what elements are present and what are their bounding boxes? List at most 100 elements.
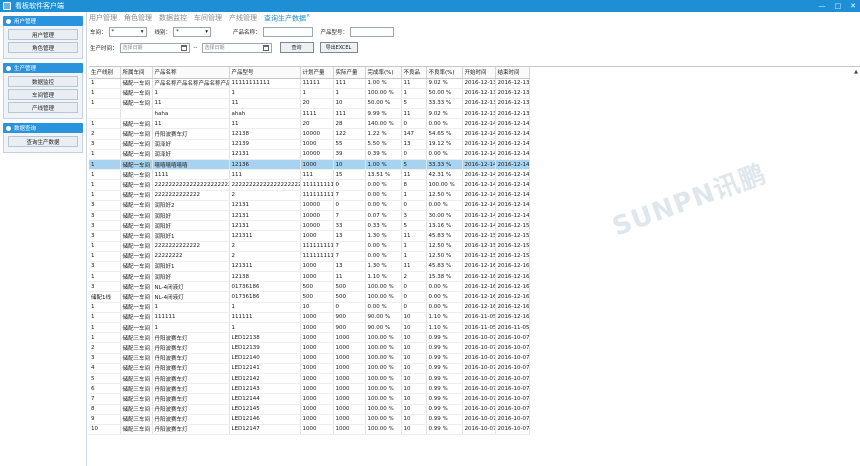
sidebar-item-line-management[interactable]: 产线管理	[8, 102, 78, 113]
table-row[interactable]: 3 储配一车间 润阳好 12131 10000 7 0.07 % 3 30.00 % 2016-1…	[89, 210, 530, 222]
table-row[interactable]: 3 储配一车间 NL-4闭液灯 01736186 500 500 100.00 % 0 0.00…	[89, 281, 530, 293]
table-row[interactable]: 1 储配一车间 11 11 20 28 140.00 % 0 0.00 % 2016-12-14 2…	[89, 118, 530, 130]
table-row[interactable]: 6 储配三车间 丹阳波赛车灯 LED12143 1000 1000 100.00 % 10 0.…	[89, 383, 530, 395]
table-cell: 3	[89, 200, 121, 211]
table-cell: LED12140	[229, 353, 301, 364]
column-header[interactable]: 计划产量	[300, 67, 334, 79]
table-cell: 100.00 %	[365, 291, 402, 303]
table-row[interactable]: 1 储配三车间 丹阳波赛车灯 LED12138 1000 1000 100.00 % 10 0.…	[89, 332, 530, 344]
query-button[interactable]: 查询	[279, 42, 314, 53]
table-row[interactable]: 1 储配一车间 1 1 1 1 100.00 % 1 50.00 % 2016-12-13 2016…	[89, 88, 530, 99]
table-cell: 3	[89, 230, 121, 242]
workshop-select[interactable]: * ▾	[108, 27, 147, 37]
calendar-icon[interactable]	[262, 44, 269, 51]
window-title: 看板软件客户端	[15, 2, 64, 10]
product-name-input[interactable]	[262, 27, 313, 37]
table-row[interactable]: 5 储配三车间 丹阳波赛车灯 LED12142 1000 1000 100.00 % 10 0.…	[89, 373, 530, 385]
table-cell: 1.10 %	[365, 271, 402, 283]
close-icon[interactable]: ✕	[850, 2, 856, 10]
table-row[interactable]: 2 储配三车间 丹阳波赛车灯 LED12139 1000 1000 100.00 % 10 0.…	[89, 342, 530, 354]
sidebar-section-header[interactable]: 用户管理	[3, 16, 83, 26]
table-row[interactable]: 1 储配一车间 嘻嘻嘻嘻嘻嘻 12136 1000 10 1.00 % 5 33.33 % 201…	[89, 159, 530, 171]
sidebar-item-data-monitor[interactable]: 数据监控	[8, 76, 78, 87]
product-model-input[interactable]	[350, 27, 395, 37]
column-header[interactable]: 生产线别	[89, 67, 121, 79]
date-separator: --	[193, 44, 198, 51]
sidebar-section-header[interactable]: 数据查询	[3, 123, 83, 133]
table-cell: 2222222222222	[152, 241, 230, 252]
sidebar-item-workshop-management[interactable]: 车间管理	[8, 89, 78, 100]
table-cell: 润阳好2	[152, 200, 230, 211]
column-header[interactable]: 开始时间	[462, 67, 496, 79]
tab-query-production-data[interactable]: 查询生产数据×	[264, 13, 310, 23]
table-cell: 2016-12-14	[495, 139, 530, 150]
table-row[interactable]: 1 储配一车间 111111 111111 1000 900 90.00 % 10 1.10 %…	[89, 312, 530, 324]
line-select[interactable]: * ▾	[173, 27, 212, 37]
table-row[interactable]: 1储配一车间产品名称产品名称产品名称产品名称产品名111111111111111…	[89, 78, 530, 89]
table-row[interactable]: 10 储配三车间 丹阳波赛车灯 LED12147 1000 1000 100.00 % 10 0…	[89, 424, 530, 436]
column-header[interactable]: 不良率(%)	[426, 67, 463, 79]
export-excel-button[interactable]: 导出EXCEL	[319, 42, 358, 53]
tab-workshop-management[interactable]: 车间管理	[194, 13, 222, 23]
tab-user-management[interactable]: 用户管理	[89, 13, 117, 23]
table-row[interactable]: 1 储配一车间 2222222222222222222222 222222222222…	[89, 179, 530, 191]
maximize-icon[interactable]: □	[835, 2, 842, 10]
column-header[interactable]: 完成率(%)	[365, 67, 402, 79]
column-header[interactable]: 不良品	[401, 67, 427, 79]
table-row[interactable]: 3 储配一车间 润泽好 12139 1000 55 5.50 % 13 19.12 % 2016-…	[89, 139, 530, 150]
table-row[interactable]: 1 储配一车间 1111 111 111 15 13.51 % 11 42.31 % 2016-1…	[89, 169, 530, 181]
tab-role-management[interactable]: 角色管理	[124, 13, 152, 23]
sidebar-item-role-management[interactable]: 角色管理	[8, 42, 78, 53]
table-row[interactable]: 1 储配一车间 1 1 10 0 0.00 % 0 0.00 % 2016-12-16 2016-1…	[89, 302, 530, 313]
table-row[interactable]: 1 储配一车间 润泽好 12131 10000 39 0.39 % 0 0.00 % 2016-1…	[89, 149, 530, 161]
start-date-picker[interactable]: 选择日期	[119, 42, 190, 53]
table-cell: 储配1线	[89, 291, 121, 303]
table-row[interactable]: haha ahah 1111 111 9.99 % 11 9.02 % 2016-12-13 2…	[89, 108, 530, 120]
main-panel: 用户管理 角色管理 数据监控 车间管理 产线管理 查询生产数据× 车间： * ▾ …	[88, 12, 860, 466]
table-cell: 2	[89, 128, 121, 140]
table-row[interactable]: 3 储配一车间 润阳好1 121311 1000 13 1.30 % 11 45.83 % 201…	[89, 230, 530, 242]
table-row[interactable]: 1储配一车间222222222111111111170.00 %112.50 %…	[89, 251, 530, 262]
table-row[interactable]: 3 储配一车间 润阳好2 12131 10000 0 0.00 % 0 0.00 % 2016-1…	[89, 200, 530, 211]
table-row[interactable]: 3 储配一车间 润阳好1 121311 1000 13 1.30 % 11 45.83 % 201…	[89, 261, 530, 273]
table-row[interactable]: 1 储配一车间 润阳好 12138 1000 11 1.10 % 2 15.38 % 2016-1…	[89, 271, 530, 283]
table-row[interactable]: 储配1线 储配一车间 NL-4闭液灯 01736186 500 500 100.00 % 0 0…	[89, 291, 530, 303]
sidebar-section-header[interactable]: 生产管理	[3, 63, 83, 73]
table-row[interactable]: 1 储配一车间 11 11 20 10 50.00 % 5 33.33 % 2016-12-13 2…	[89, 98, 530, 110]
table-row[interactable]: 3 储配一车间 润阳好 12131 10000 33 0.33 % 5 13.16 % 2016-…	[89, 220, 530, 232]
table-row[interactable]: 1储配一车间22222222222222111111111170.00 %112…	[89, 190, 530, 201]
table-cell: 3	[89, 220, 121, 232]
column-header[interactable]: 结束时间	[495, 67, 530, 79]
table-cell: 122	[333, 128, 366, 140]
table-body: 1储配一车间产品名称产品名称产品名称产品名称产品名111111111111111…	[89, 78, 530, 436]
table-cell: LED12146	[229, 414, 301, 425]
tab-data-monitor[interactable]: 数据监控	[159, 13, 187, 23]
sidebar-item-user-management[interactable]: 用户管理	[8, 29, 78, 40]
scroll-up-icon[interactable]: ▲	[854, 69, 858, 75]
table-row[interactable]: 8 储配三车间 丹阳波赛车灯 LED12145 1000 1000 100.00 % 10 0.…	[89, 404, 530, 415]
table-cell: 2222222222222	[152, 190, 230, 201]
tab-line-management[interactable]: 产线管理	[229, 13, 257, 23]
calendar-icon[interactable]	[180, 44, 187, 51]
table-row[interactable]: 2 储配一车间 丹阳波赛车灯 12138 10000 122 1.22 % 147 54.65 …	[89, 128, 530, 140]
table-cell: 500	[300, 281, 334, 293]
column-header[interactable]: 所属车间	[120, 67, 153, 79]
table-row[interactable]: 3 储配三车间 丹阳波赛车灯 LED12140 1000 1000 100.00 % 10 0.…	[89, 353, 530, 364]
end-date-picker[interactable]: 选择日期	[201, 42, 272, 53]
table-cell: 1.10 %	[426, 312, 463, 324]
table-cell: 11	[401, 78, 427, 89]
tab-close-icon[interactable]: ×	[306, 13, 310, 19]
table-row[interactable]: 1储配一车间22222222222222111111111170.00 %112…	[89, 241, 530, 252]
table-cell: 储配三车间	[120, 404, 153, 415]
table-row[interactable]: 4 储配三车间 丹阳波赛车灯 LED12141 1000 1000 100.00 % 10 0.…	[89, 363, 530, 374]
table-cell: 100.00 %	[365, 424, 402, 436]
column-header[interactable]: 产品名称	[152, 67, 230, 79]
table-row[interactable]: 1 储配一车间 1 1 1000 900 90.00 % 10 1.10 % 2016-11-05…	[89, 322, 530, 334]
column-header[interactable]: 产品型号	[229, 67, 301, 79]
table-row[interactable]: 9 储配三车间 丹阳波赛车灯 LED12146 1000 1000 100.00 % 10 0.…	[89, 414, 530, 425]
table-cell: 5	[401, 220, 427, 232]
minimize-icon[interactable]: —	[819, 2, 826, 10]
table-row[interactable]: 7 储配三车间 丹阳波赛车灯 LED12144 1000 1000 100.00 % 10 0.…	[89, 393, 530, 405]
column-header[interactable]: 实际产量	[333, 67, 366, 79]
sidebar-item-query-production-data[interactable]: 查询生产数据	[8, 136, 78, 147]
